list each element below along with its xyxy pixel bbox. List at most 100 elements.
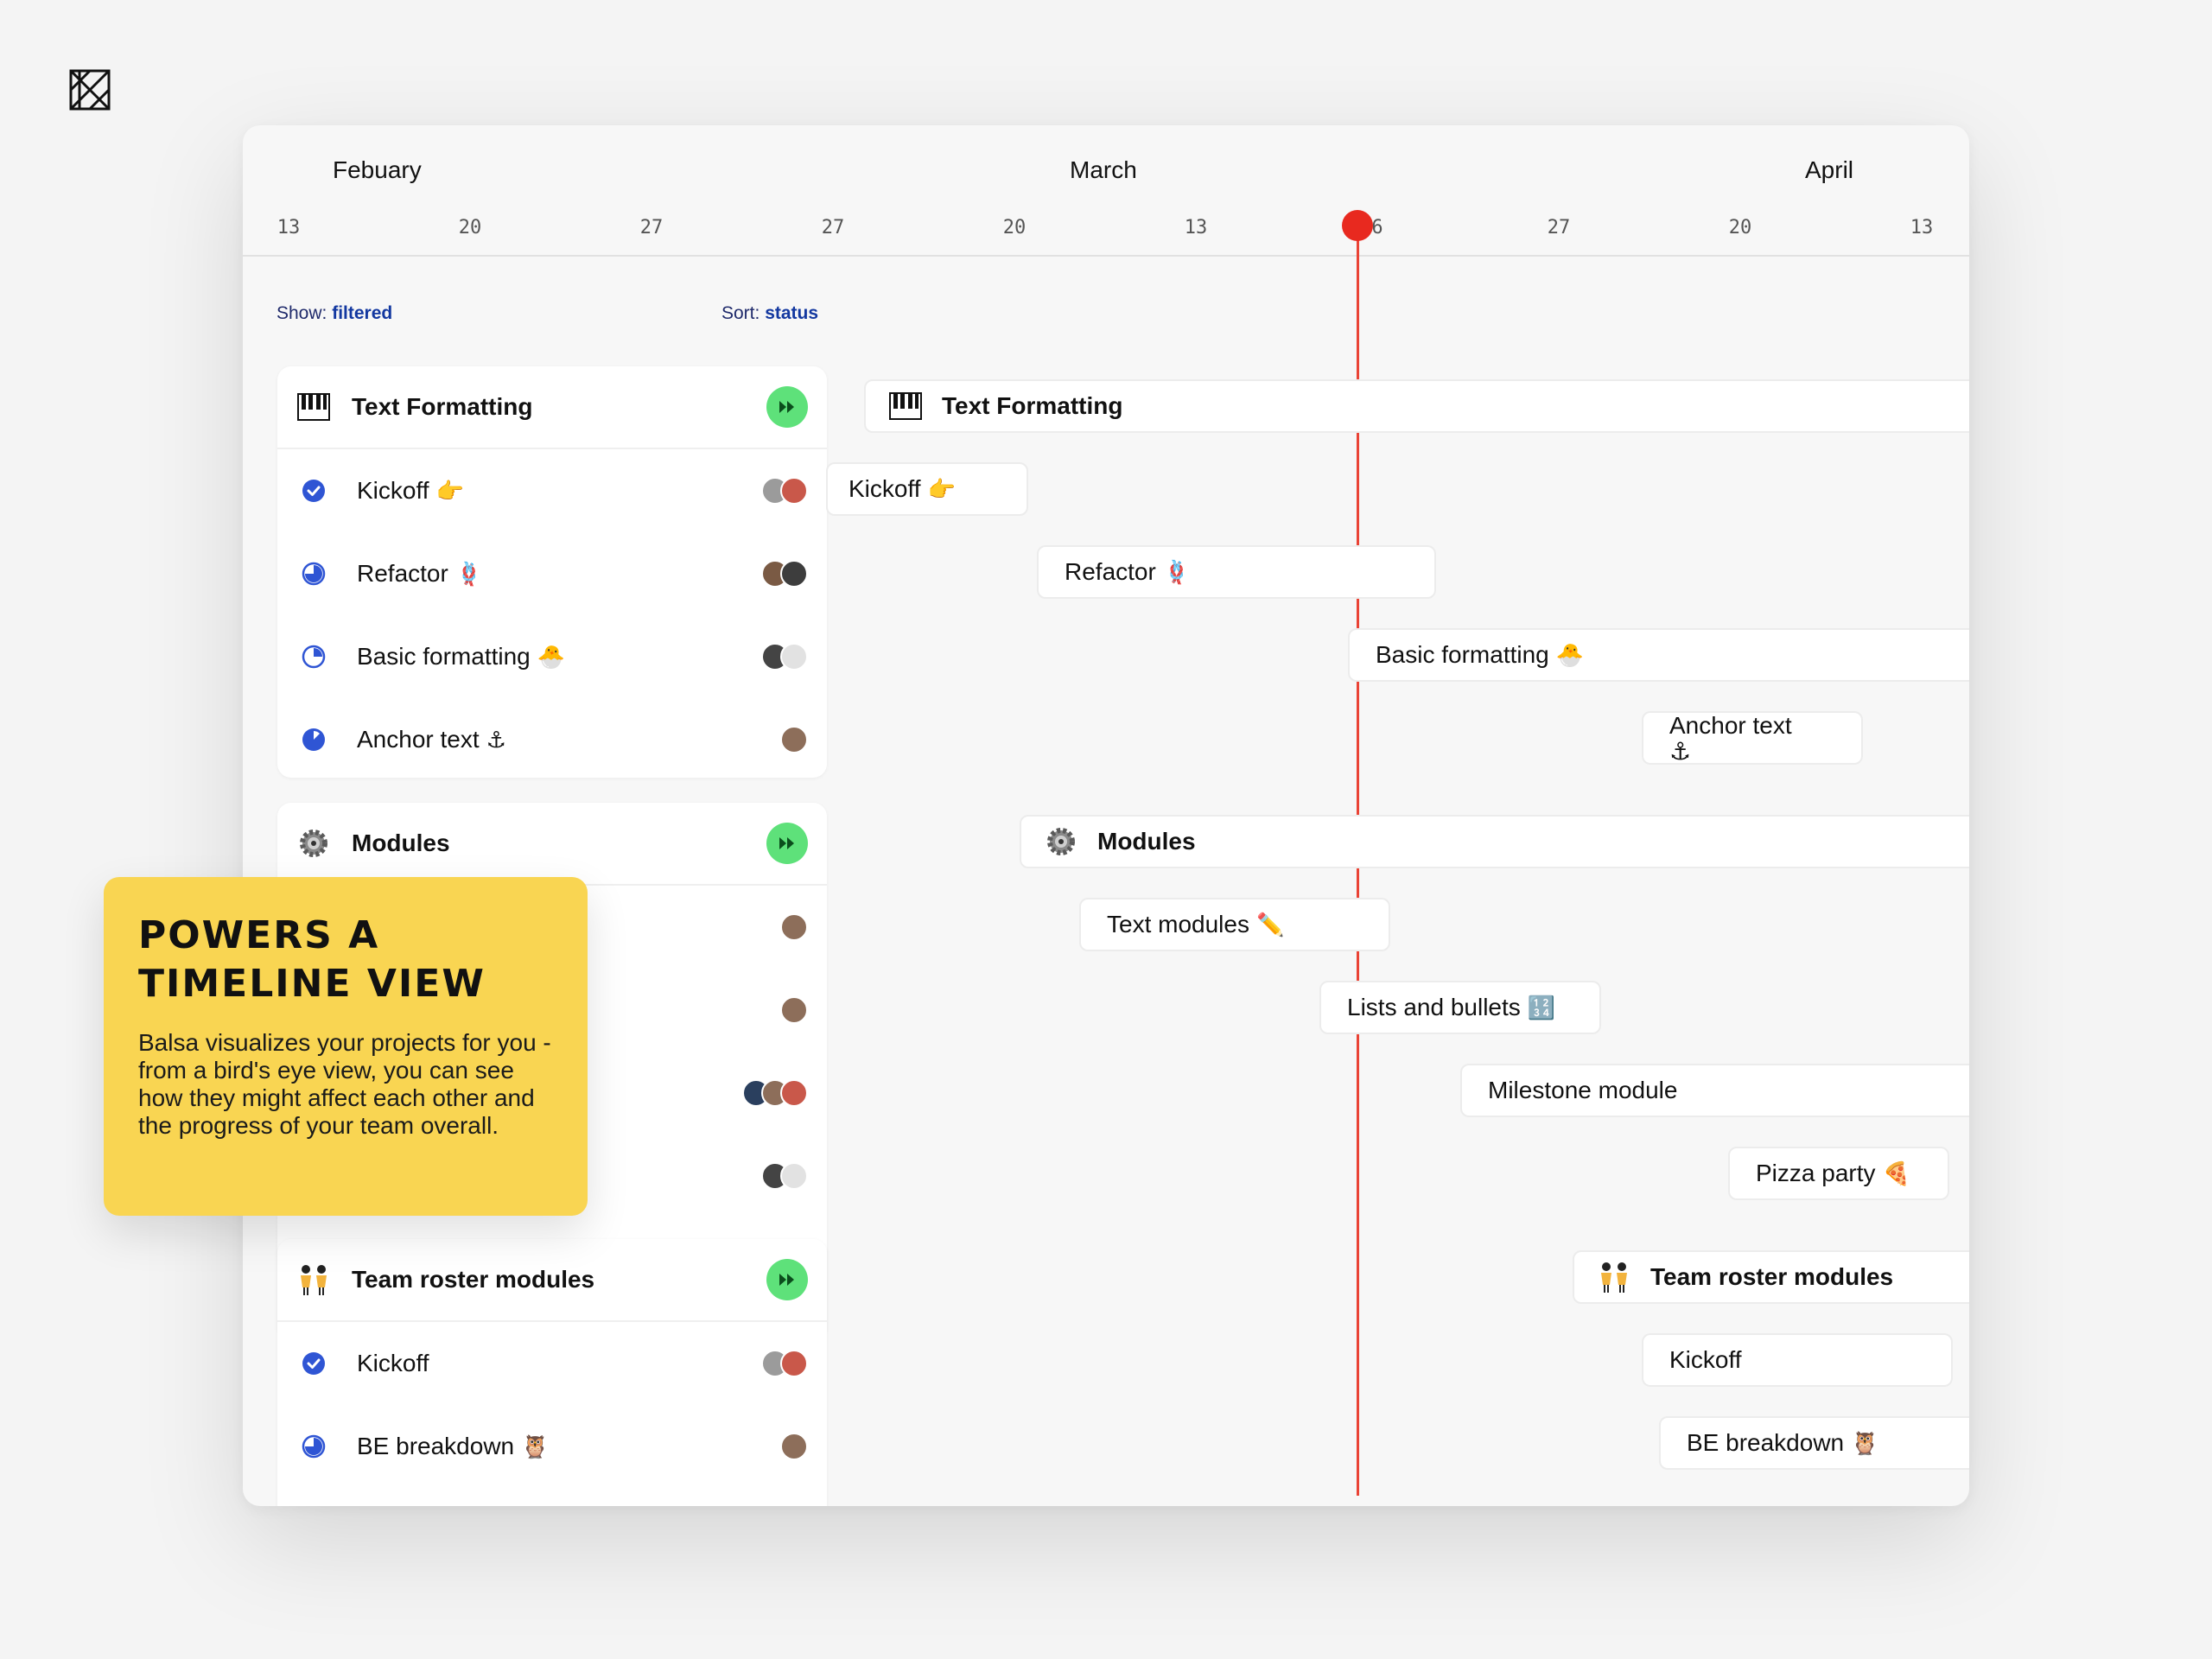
assignee-avatars[interactable] [780,913,808,941]
assignee-avatars[interactable] [761,1162,808,1190]
assignee-avatars[interactable] [761,477,808,505]
assignee-avatars[interactable] [742,1079,808,1107]
fast-forward-icon [779,1274,794,1286]
gantt-bar-label: Refactor [1065,558,1156,585]
sort-control[interactable]: Sort: status [721,303,818,324]
group-header[interactable]: Text Formatting [277,366,827,449]
task-row[interactable]: Basic formatting 🐣 [277,615,827,698]
task-emoji: 🦉 [1851,1429,1879,1456]
gantt-task-bar[interactable]: Pizza party 🍕 [1728,1147,1949,1200]
show-filter-control[interactable]: Show: filtered [276,303,392,324]
task-row[interactable]: Anchor text ⚓ [277,698,827,778]
day-label: 20 [458,217,482,238]
gantt-task-bar[interactable]: Basic formatting 🐣 [1348,628,1969,682]
gantt-task-bar[interactable]: Kickoff [1642,1333,1953,1387]
gantt-bar-label: Modules [1097,828,1196,855]
gantt-group-bar[interactable]: Team roster modules [1573,1250,1969,1304]
progress-eighth-icon [302,728,325,751]
task-label: BE breakdown [357,1433,515,1459]
day-label: 27 [1547,217,1571,238]
fast-forward-button[interactable] [766,823,808,864]
gantt-group-bar[interactable]: Modules [1020,815,1969,868]
task-label: Basic formatting [357,643,531,670]
task-emoji: 🦉 [521,1433,550,1459]
task-emoji: 👉 [927,475,956,502]
task-emoji: 👉 [435,477,464,504]
feature-callout: Powers a timeline view Balsa visualizes … [104,877,588,1216]
task-emoji: ⚓ [486,726,506,753]
gantt-task-bar[interactable]: Kickoff 👉 [826,462,1028,516]
gantt-bar-label: Kickoff [1669,1346,1742,1373]
task-emoji: 🪢 [454,560,484,587]
day-label: 27 [821,217,845,238]
avatar [780,560,808,588]
gantt-task-bar[interactable]: BE breakdown 🦉 [1659,1416,1969,1470]
assignee-avatars[interactable] [761,643,808,671]
month-label: Febuary [333,156,422,183]
avatar [780,1079,808,1107]
group-card-text-formatting: Text Formatting Kickoff 👉 Refactor 🪢 Bas… [277,366,827,778]
callout-body: Balsa visualizes your projects for you -… [138,1029,551,1139]
complete-check-icon [302,480,325,502]
day-label: 20 [1728,217,1752,238]
fast-forward-button[interactable] [766,1259,808,1300]
avatar [780,913,808,941]
assignee-avatars[interactable] [761,560,808,588]
task-label: Kickoff [357,477,429,504]
avatar [780,1350,808,1377]
task-row[interactable]: Refactor 🪢 [277,532,827,615]
group-header[interactable]: Team roster modules [277,1239,827,1322]
avatar [780,996,808,1024]
complete-check-icon [302,1352,325,1375]
piano-icon [888,389,923,423]
gantt-bar-label: Text modules [1107,911,1249,938]
gantt-bar-label: Anchor text ⚓ [1669,712,1792,765]
group-header[interactable]: Modules [277,803,827,886]
task-row[interactable]: Kickoff 👉 [277,449,827,532]
fast-forward-icon [779,401,794,413]
group-title: Team roster modules [352,1266,595,1293]
task-emoji: ✏️ [1255,911,1285,938]
day-label: 13 [1184,217,1208,238]
dancers-icon [296,1262,331,1297]
task-row[interactable]: Kickoff [277,1322,827,1405]
group-title: Modules [352,830,450,856]
avatar [780,1433,808,1460]
task-emoji: 🐣 [1555,641,1585,668]
fast-forward-button[interactable] [766,386,808,428]
gantt-task-bar[interactable]: Anchor text ⚓ [1642,711,1863,765]
group-title: Text Formatting [352,393,533,420]
group-card-team-roster: Team roster modules Kickoff BE breakdown… [277,1239,827,1506]
task-row[interactable]: BE breakdown 🦉 [277,1405,827,1488]
avatar [780,643,808,671]
gantt-bar-label: Lists and bullets [1347,994,1521,1020]
gantt-task-bar[interactable]: Lists and bullets 🔢 [1319,981,1601,1034]
today-marker[interactable] [1342,210,1373,241]
gantt-bar-label: Basic formatting [1376,641,1549,668]
avatar [780,1162,808,1190]
assignee-avatars[interactable] [761,1350,808,1377]
gantt-group-bar[interactable]: Text Formatting [864,379,1969,433]
gantt-bar-label: Milestone module [1488,1077,1678,1103]
gantt-task-bar[interactable]: Text modules ✏️ [1079,898,1390,951]
day-label: 27 [639,217,664,238]
day-label: 20 [1002,217,1027,238]
callout-title: Powers a timeline view [138,913,486,1006]
assignee-avatars[interactable] [780,1433,808,1460]
gantt-bar-label: Kickoff [849,475,921,502]
sort-label: Sort: [721,303,760,323]
avatar [780,477,808,505]
gantt-task-bar[interactable]: Milestone module [1460,1064,1969,1117]
gear-icon [1044,824,1078,859]
gantt-task-bar[interactable]: Refactor 🪢 [1037,545,1436,599]
gantt-bar-label: Text Formatting [942,392,1123,419]
task-emoji: 🐣 [537,643,566,670]
progress-half-icon [302,562,326,586]
piano-icon [296,390,331,424]
assignee-avatars[interactable] [780,996,808,1024]
timeline-app-window: Febuary March April 13 20 27 27 20 13 6 … [243,125,1969,1506]
show-label: Show: [276,303,327,323]
day-label: 13 [1910,217,1934,238]
assignee-avatars[interactable] [780,726,808,753]
day-label: 13 [276,217,301,238]
